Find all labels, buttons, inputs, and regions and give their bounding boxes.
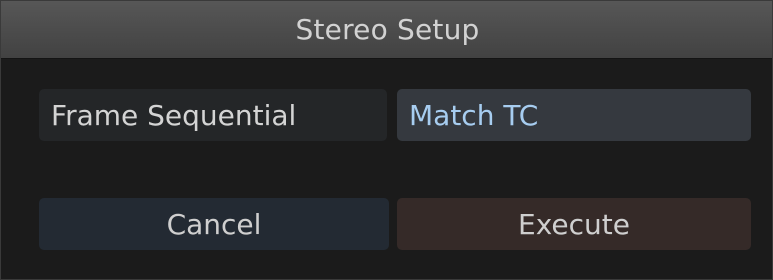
stereo-setup-dialog: Stereo Setup Frame Sequential Match TC C… [0,0,773,280]
dialog-titlebar: Stereo Setup [1,1,772,59]
execute-button[interactable]: Execute [397,198,751,250]
match-tc-field[interactable]: Match TC [397,89,751,141]
cancel-button[interactable]: Cancel [39,198,389,250]
frame-sequential-label: Frame Sequential [39,89,387,141]
dialog-title: Stereo Setup [295,13,480,46]
